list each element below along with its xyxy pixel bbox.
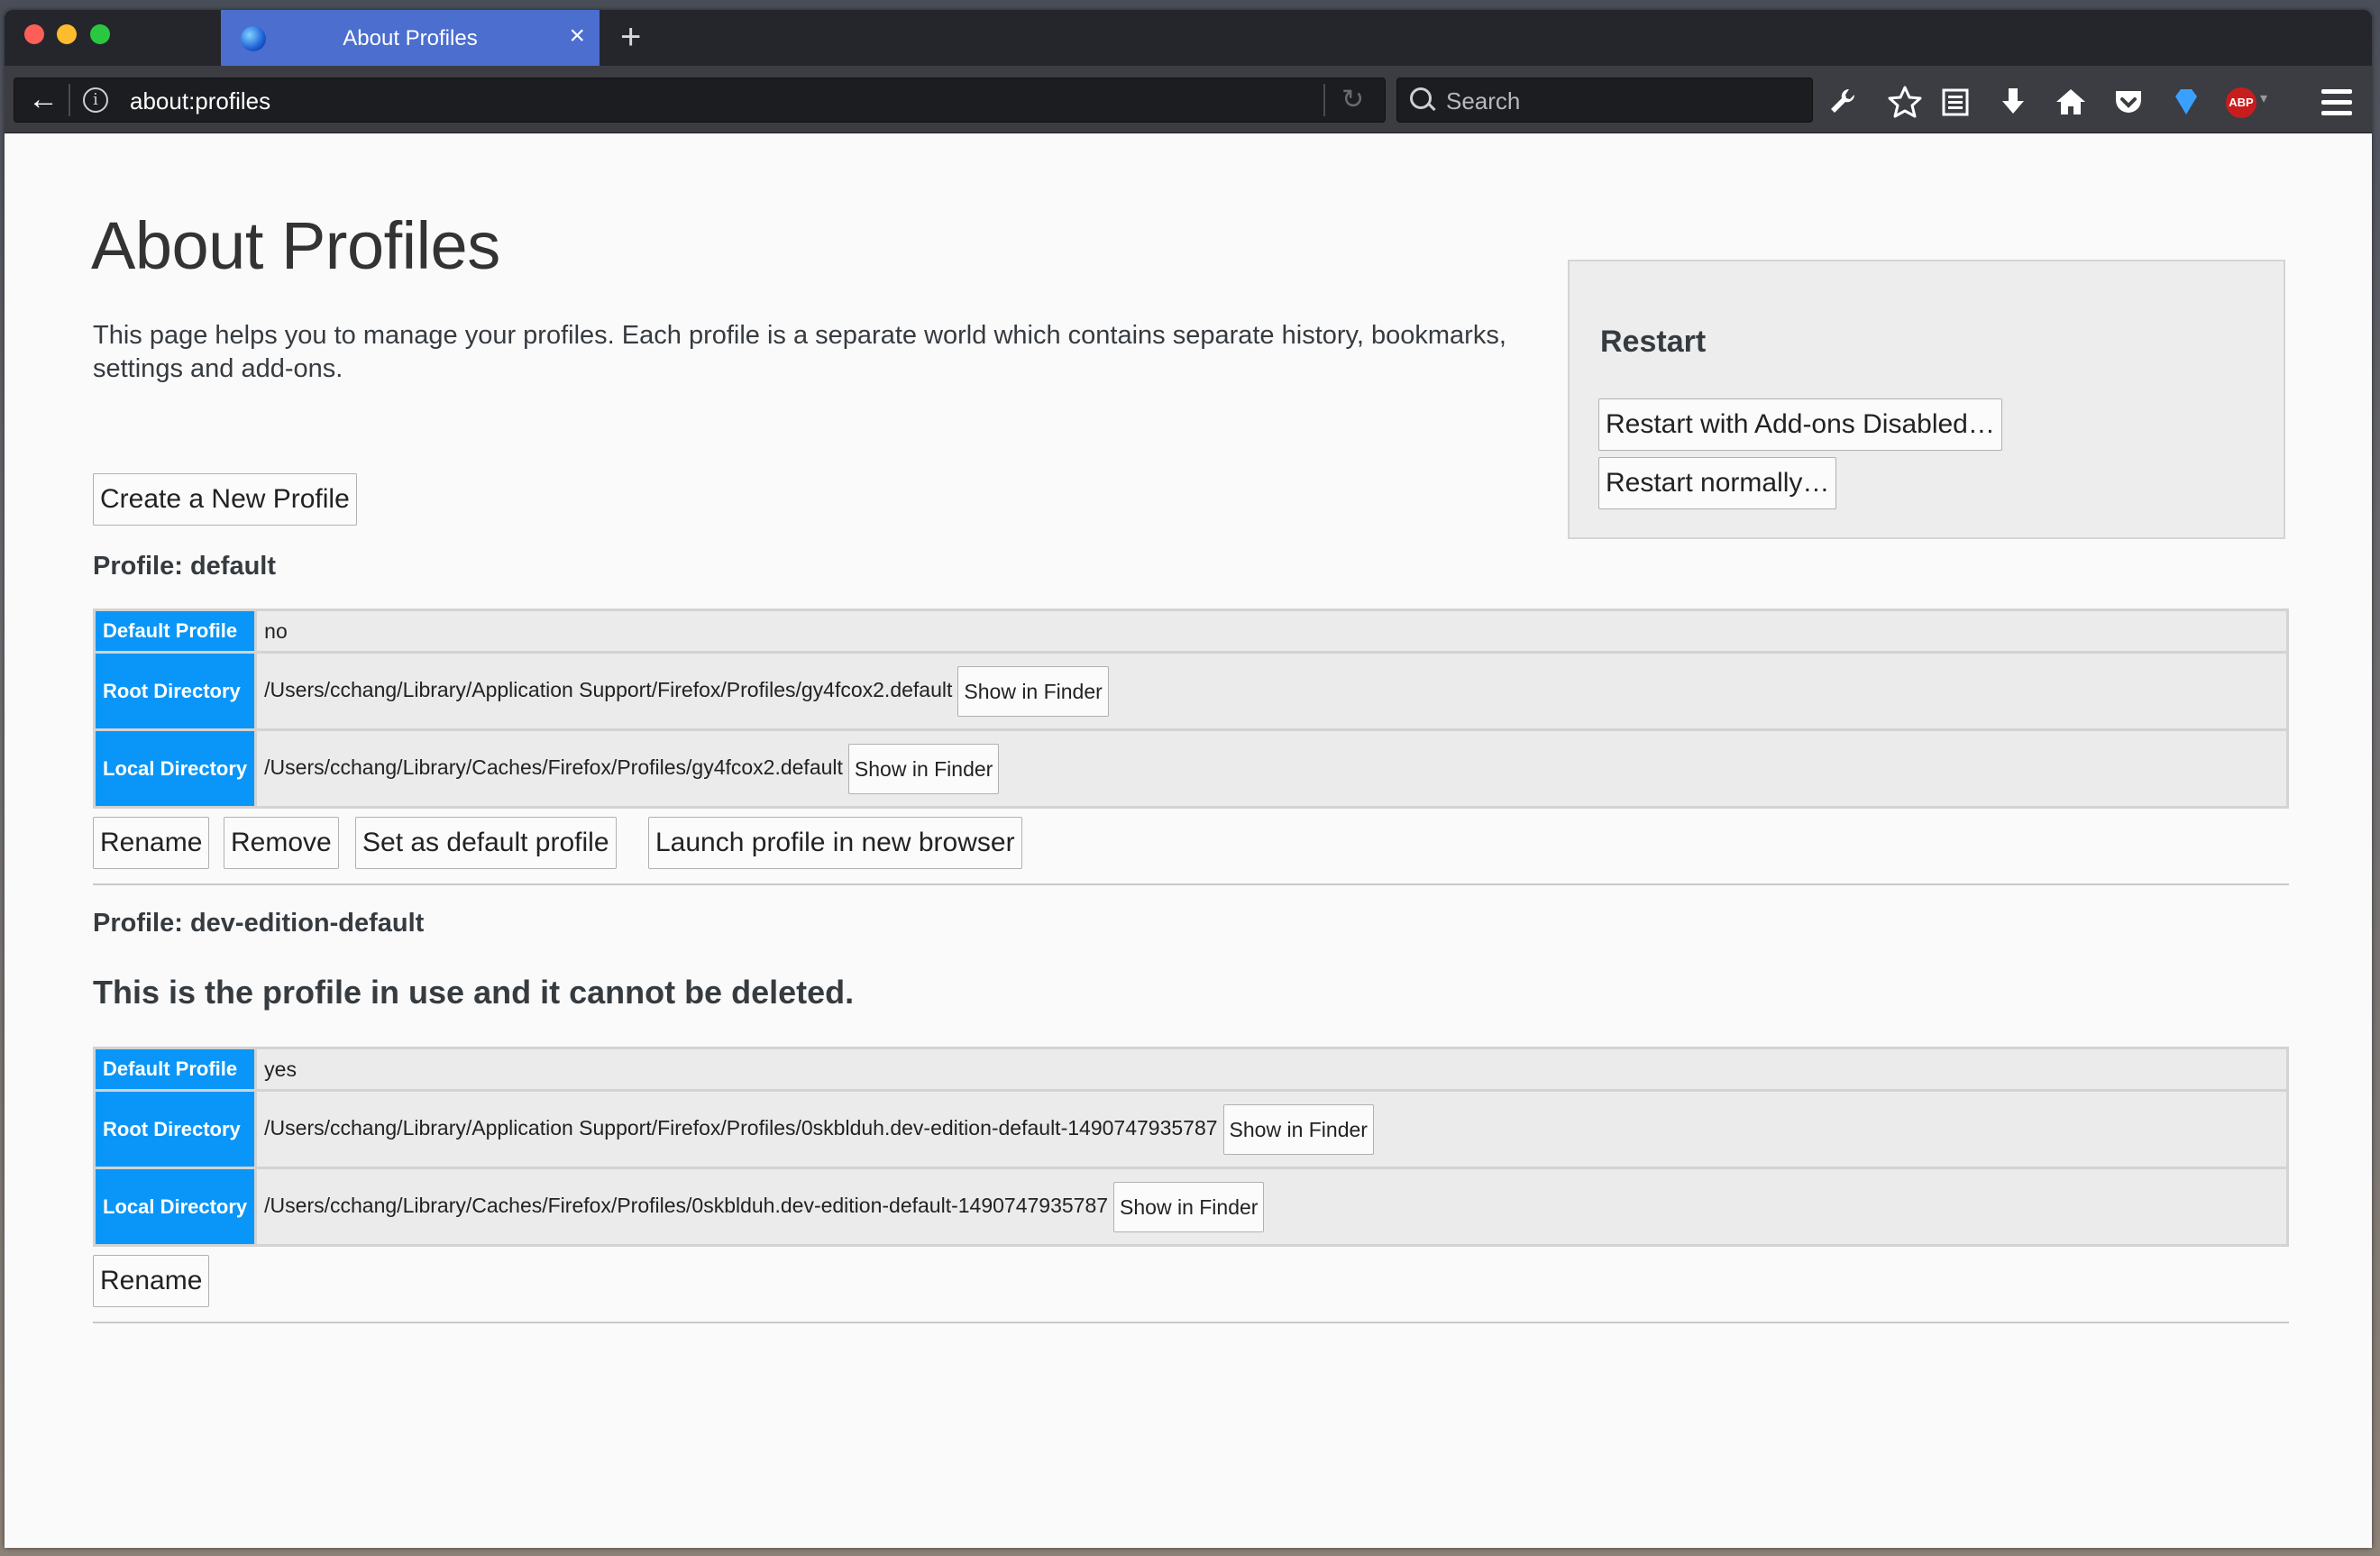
divider	[93, 883, 2289, 885]
window-close-button[interactable]	[24, 24, 44, 44]
root-directory-path: /Users/cchang/Library/Application Suppor…	[264, 677, 953, 701]
tab-close-icon[interactable]: ×	[569, 23, 585, 50]
profile-in-use-note: This is the profile in use and it cannot…	[93, 974, 855, 1011]
url-bar[interactable]: ← i about:profiles ↻	[14, 78, 1386, 123]
rename-button[interactable]: Rename	[93, 1255, 210, 1307]
default-profile-label: Default Profile	[92, 1047, 258, 1092]
root-directory-cell: /Users/cchang/Library/Application Suppor…	[254, 651, 2289, 731]
menu-icon[interactable]	[2321, 89, 2352, 116]
title-bar: About Profiles × +	[5, 10, 2372, 66]
default-profile-label: Default Profile	[92, 609, 258, 654]
profile-table: Default Profile yes Root Directory /User…	[92, 1047, 2289, 1247]
reading-list-icon[interactable]	[1937, 84, 1973, 120]
divider	[1323, 84, 1325, 116]
page-content: About Profiles This page helps you to ma…	[5, 133, 2372, 1548]
search-bar[interactable]: Search	[1396, 78, 1813, 123]
info-icon[interactable]: i	[83, 87, 108, 113]
table-row: Local Directory /Users/cchang/Library/Ca…	[92, 728, 2289, 809]
default-profile-value: no	[254, 609, 2289, 654]
tab-title: About Profiles	[343, 26, 478, 50]
restart-panel: Restart Restart with Add-ons Disabled… R…	[1568, 260, 2285, 539]
show-in-finder-button[interactable]: Show in Finder	[847, 743, 1000, 794]
root-directory-label: Root Directory	[92, 1089, 258, 1169]
restart-normally-button[interactable]: Restart normally…	[1598, 457, 1837, 509]
window-minimize-button[interactable]	[57, 24, 77, 44]
create-profile-button[interactable]: Create a New Profile	[93, 473, 357, 526]
show-in-finder-button[interactable]: Show in Finder	[957, 665, 1109, 717]
back-arrow-icon[interactable]: ←	[27, 84, 60, 116]
browser-window: About Profiles × + ← i about:profiles ↻ …	[5, 10, 2372, 1548]
set-default-profile-button[interactable]: Set as default profile	[355, 817, 617, 869]
new-tab-button[interactable]: +	[620, 19, 641, 55]
search-placeholder: Search	[1446, 87, 1521, 114]
table-row: Root Directory /Users/cchang/Library/App…	[92, 1089, 2289, 1169]
show-in-finder-button[interactable]: Show in Finder	[1222, 1103, 1374, 1155]
window-maximize-button[interactable]	[90, 24, 110, 44]
intro-text: This page helps you to manage your profi…	[93, 321, 1506, 383]
default-profile-value: yes	[254, 1047, 2289, 1092]
profile-heading: Profile: default	[93, 552, 277, 581]
local-directory-cell: /Users/cchang/Library/Caches/Firefox/Pro…	[254, 728, 2289, 809]
tab-about-profiles[interactable]: About Profiles ×	[221, 10, 600, 66]
restart-addons-disabled-button[interactable]: Restart with Add-ons Disabled…	[1598, 398, 2002, 451]
local-directory-label: Local Directory	[92, 1167, 258, 1247]
download-icon[interactable]	[1995, 84, 2031, 120]
root-directory-cell: /Users/cchang/Library/Application Suppor…	[254, 1089, 2289, 1169]
search-icon	[1410, 87, 1432, 109]
home-icon[interactable]	[2053, 84, 2089, 120]
profile-heading: Profile: dev-edition-default	[93, 909, 425, 938]
rename-button[interactable]: Rename	[93, 817, 210, 869]
show-in-finder-button[interactable]: Show in Finder	[1113, 1181, 1265, 1232]
adblock-icon[interactable]: ABP	[2226, 87, 2256, 118]
chevron-down-icon[interactable]: ▾	[2260, 89, 2267, 107]
table-row: Default Profile no	[92, 609, 2289, 654]
profile-table: Default Profile no Root Directory /Users…	[92, 609, 2289, 809]
restart-heading: Restart	[1600, 325, 1707, 359]
divider	[69, 84, 70, 116]
divider	[93, 1322, 2289, 1323]
table-row: Default Profile yes	[92, 1047, 2289, 1092]
reload-icon[interactable]: ↻	[1341, 84, 1364, 116]
table-row: Root Directory /Users/cchang/Library/App…	[92, 651, 2289, 731]
root-directory-path: /Users/cchang/Library/Application Suppor…	[264, 1115, 1218, 1140]
root-directory-label: Root Directory	[92, 651, 258, 731]
launch-profile-button[interactable]: Launch profile in new browser	[648, 817, 1022, 869]
remove-button[interactable]: Remove	[224, 817, 339, 869]
gem-icon[interactable]	[2168, 84, 2204, 120]
local-directory-label: Local Directory	[92, 728, 258, 809]
star-icon[interactable]	[1887, 84, 1923, 120]
local-directory-path: /Users/cchang/Library/Caches/Firefox/Pro…	[264, 755, 843, 779]
navigation-bar: ← i about:profiles ↻ Search ABP ▾	[5, 66, 2372, 134]
local-directory-path: /Users/cchang/Library/Caches/Firefox/Pro…	[264, 1193, 1109, 1217]
local-directory-cell: /Users/cchang/Library/Caches/Firefox/Pro…	[254, 1167, 2289, 1247]
wrench-icon[interactable]	[1824, 84, 1860, 120]
table-row: Local Directory /Users/cchang/Library/Ca…	[92, 1167, 2289, 1247]
page-title: About Profiles	[91, 208, 500, 283]
pocket-icon[interactable]	[2110, 84, 2147, 120]
url-text[interactable]: about:profiles	[130, 87, 270, 115]
